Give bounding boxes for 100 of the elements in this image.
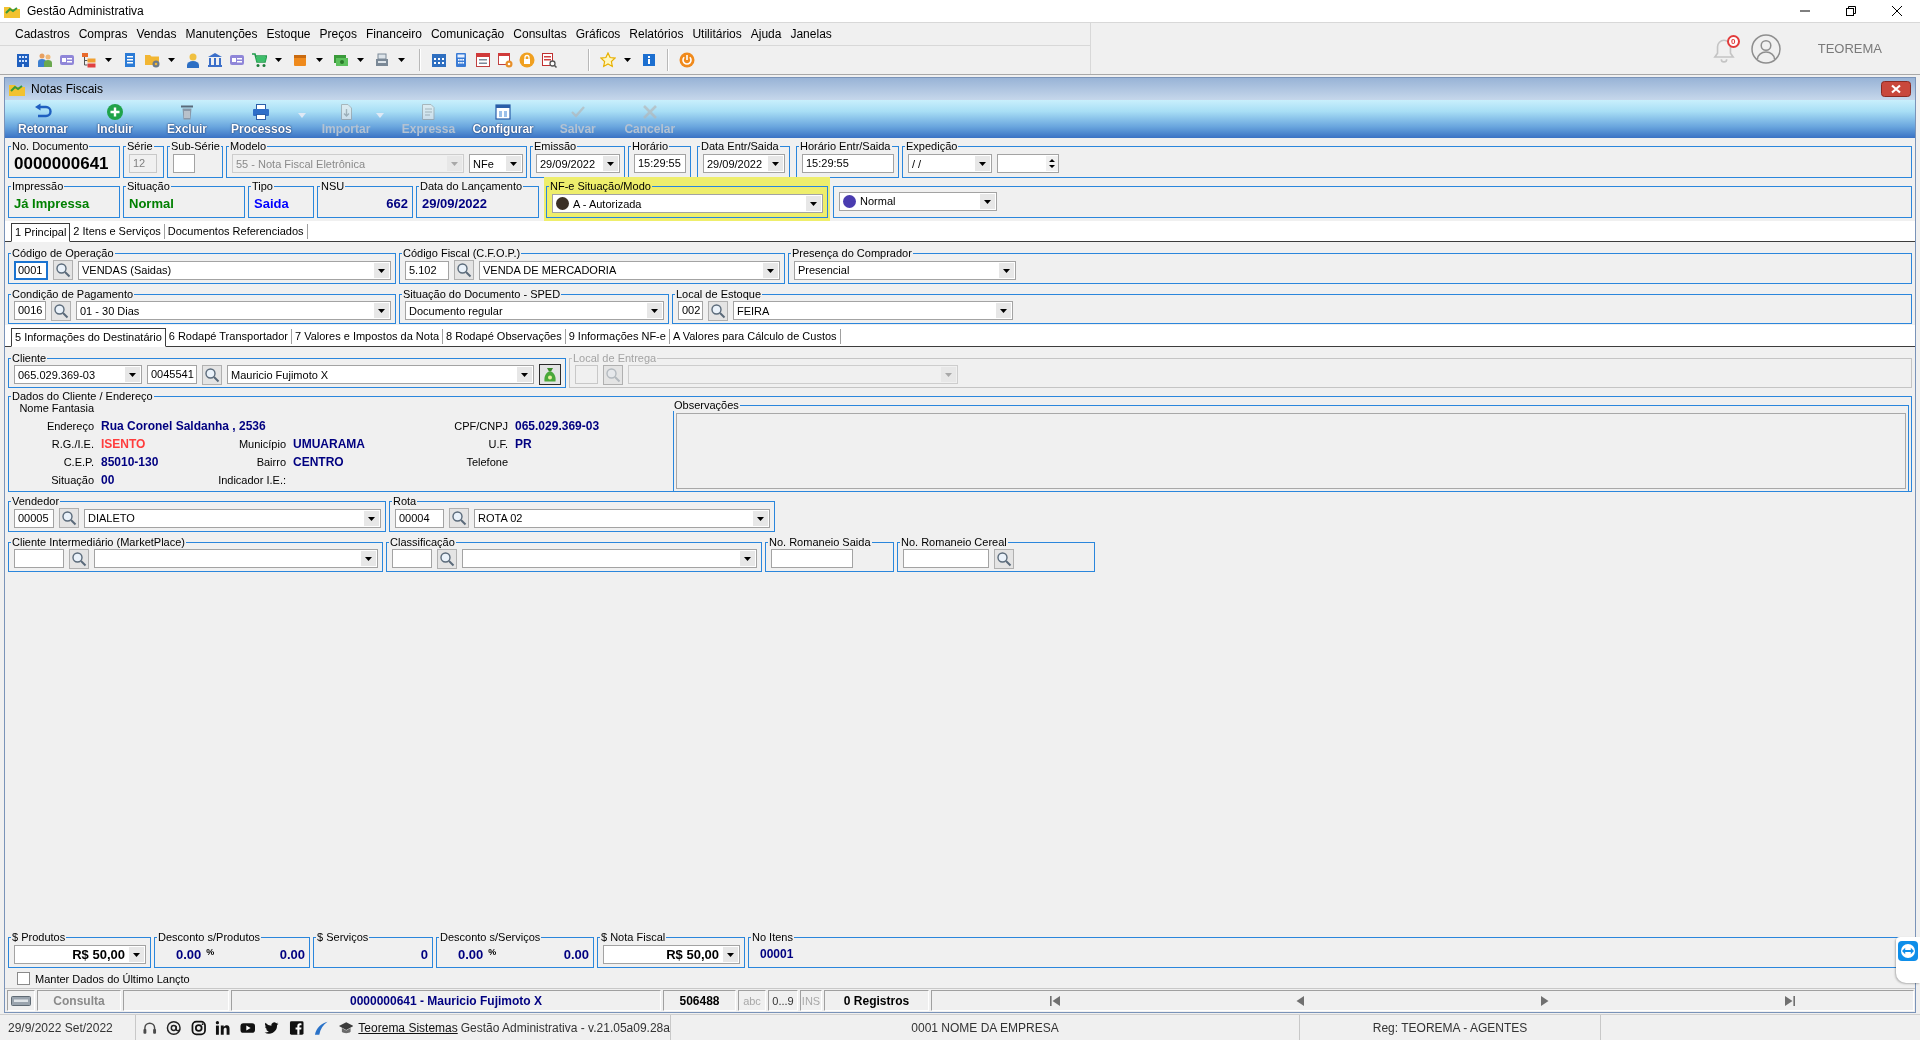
- linkedin-icon[interactable]: [215, 1019, 231, 1036]
- dropdown[interactable]: Documento regular: [405, 301, 664, 320]
- dropdown[interactable]: Presencial: [794, 260, 1016, 280]
- dropdown[interactable]: ROTA 02: [474, 508, 770, 528]
- menu-item[interactable]: Janelas: [786, 27, 836, 41]
- input-field[interactable]: 002: [678, 301, 703, 320]
- dropdown[interactable]: Normal: [839, 191, 997, 211]
- input-field[interactable]: [392, 549, 432, 568]
- tab[interactable]: 7 Valores e Impostos da Nota: [292, 329, 444, 344]
- menu-item[interactable]: Utilitários: [688, 27, 746, 41]
- menu-item[interactable]: Relatórios: [625, 27, 688, 41]
- menu-item[interactable]: Estoque: [262, 27, 315, 41]
- search-button[interactable]: [994, 548, 1014, 569]
- caret-icon: [361, 551, 376, 566]
- caret-icon: [517, 367, 532, 382]
- input-field[interactable]: [771, 549, 853, 568]
- tab[interactable]: 9 Informações NF-e: [565, 329, 670, 344]
- headset-icon[interactable]: [142, 1019, 158, 1036]
- printer-icon: [252, 102, 271, 121]
- input-field[interactable]: [14, 549, 64, 568]
- dropdown[interactable]: 065.029.369-03: [14, 365, 142, 384]
- input-field[interactable]: [903, 549, 989, 568]
- dropdown[interactable]: VENDA DE MERCADORIA: [479, 260, 780, 280]
- dropdown[interactable]: 29/09/2022: [536, 154, 620, 173]
- input-field[interactable]: 0045541: [147, 365, 197, 384]
- dropdown[interactable]: [462, 549, 757, 568]
- group-label: Desconto s/Serviços: [439, 931, 542, 943]
- menu-item[interactable]: Manutenções: [181, 27, 262, 41]
- dropdown[interactable]: DIALETO: [84, 508, 381, 528]
- menu-item[interactable]: Financeiro: [361, 27, 426, 41]
- tab[interactable]: 8 Rodapé Observações: [443, 329, 566, 344]
- dropdown[interactable]: A - Autorizada: [552, 194, 823, 213]
- input-field[interactable]: 15:29:55: [802, 154, 894, 173]
- twitter-icon[interactable]: [264, 1019, 280, 1036]
- menu-item[interactable]: Consultas: [509, 27, 571, 41]
- indicator-text: INS: [801, 994, 821, 1007]
- dropdown[interactable]: 01 - 30 Dias: [76, 301, 391, 320]
- spin-field[interactable]: [997, 154, 1059, 173]
- tab[interactable]: 5 Informações do Destinatário: [11, 328, 166, 347]
- window-title: Notas Fiscais: [31, 82, 104, 96]
- search-button[interactable]: [69, 548, 89, 569]
- group-label: Código de Operação: [11, 247, 115, 259]
- dropdown[interactable]: / /: [908, 154, 992, 173]
- menu-item[interactable]: Compras: [74, 27, 132, 41]
- input-field[interactable]: 0016: [14, 301, 46, 320]
- menu-item[interactable]: Preços: [315, 27, 361, 41]
- tab[interactable]: A Valores para Cálculo de Custos: [669, 329, 841, 344]
- dropdown[interactable]: VENDAS (Saidas): [78, 260, 391, 280]
- field-label: U.F.: [488, 438, 508, 450]
- input-field[interactable]: 0001: [14, 260, 48, 280]
- input-field[interactable]: 00004: [395, 508, 444, 528]
- website-link[interactable]: Teorema Sistemas: [358, 1020, 458, 1035]
- notes-field[interactable]: [676, 413, 1906, 489]
- search-button[interactable]: [454, 260, 474, 280]
- dropdown[interactable]: R$ 50,00: [14, 944, 146, 964]
- first-record-button[interactable]: [1047, 993, 1062, 1008]
- search-button[interactable]: [53, 260, 73, 280]
- at-sign-icon[interactable]: [166, 1019, 182, 1036]
- menu-item[interactable]: Vendas: [132, 27, 181, 41]
- menu-item[interactable]: Ajuda: [746, 27, 786, 41]
- search-icon: [710, 302, 726, 319]
- search-button[interactable]: [51, 300, 71, 321]
- close-button[interactable]: [1881, 81, 1911, 97]
- search-button[interactable]: [449, 508, 469, 528]
- caret-icon: [624, 58, 631, 62]
- money-bag-button[interactable]: [539, 364, 561, 385]
- swoosh-icon[interactable]: [313, 1019, 329, 1036]
- menu-item[interactable]: Gráficos: [571, 27, 625, 41]
- user-icon[interactable]: [1750, 33, 1781, 64]
- money-icon: [333, 52, 349, 68]
- search-button[interactable]: [708, 300, 728, 321]
- graduation-cap-icon[interactable]: [337, 1019, 354, 1036]
- facebook-icon[interactable]: [288, 1019, 305, 1036]
- menu-item[interactable]: Comunicação: [426, 27, 509, 41]
- input-field[interactable]: 5.102: [405, 260, 449, 280]
- dropdown[interactable]: 29/09/2022: [703, 154, 785, 173]
- calendar-icon: [431, 52, 447, 68]
- search-icon: [456, 262, 472, 278]
- input-field[interactable]: 00005: [14, 508, 54, 528]
- menu-item[interactable]: Cadastros: [11, 27, 74, 41]
- checkbox[interactable]: [17, 972, 30, 985]
- dropdown[interactable]: FEIRA: [733, 301, 1013, 320]
- last-record-button[interactable]: [1783, 993, 1798, 1008]
- instagram-icon[interactable]: [190, 1019, 207, 1036]
- search-button[interactable]: [437, 548, 457, 569]
- dropdown[interactable]: R$ 50,00: [603, 944, 740, 964]
- dropdown[interactable]: Mauricio Fujimoto X: [227, 365, 534, 384]
- input-field[interactable]: 15:29:55: [634, 154, 686, 173]
- status-text: 29/9/2022 Set/2022: [8, 1020, 113, 1035]
- search-button[interactable]: [202, 364, 222, 385]
- search-button[interactable]: [59, 508, 79, 528]
- tab[interactable]: Documentos Referenciados: [164, 224, 308, 239]
- dropdown[interactable]: [94, 549, 378, 568]
- tab[interactable]: 6 Rodapé Transportador: [165, 329, 292, 344]
- side-panel-tab[interactable]: [1896, 937, 1920, 983]
- dropdown[interactable]: NFe: [469, 154, 523, 173]
- caret-icon: [768, 156, 783, 171]
- tab[interactable]: 1 Principal: [11, 223, 71, 242]
- tab[interactable]: 2 Itens e Serviços: [70, 224, 165, 239]
- input-field[interactable]: [173, 154, 195, 173]
